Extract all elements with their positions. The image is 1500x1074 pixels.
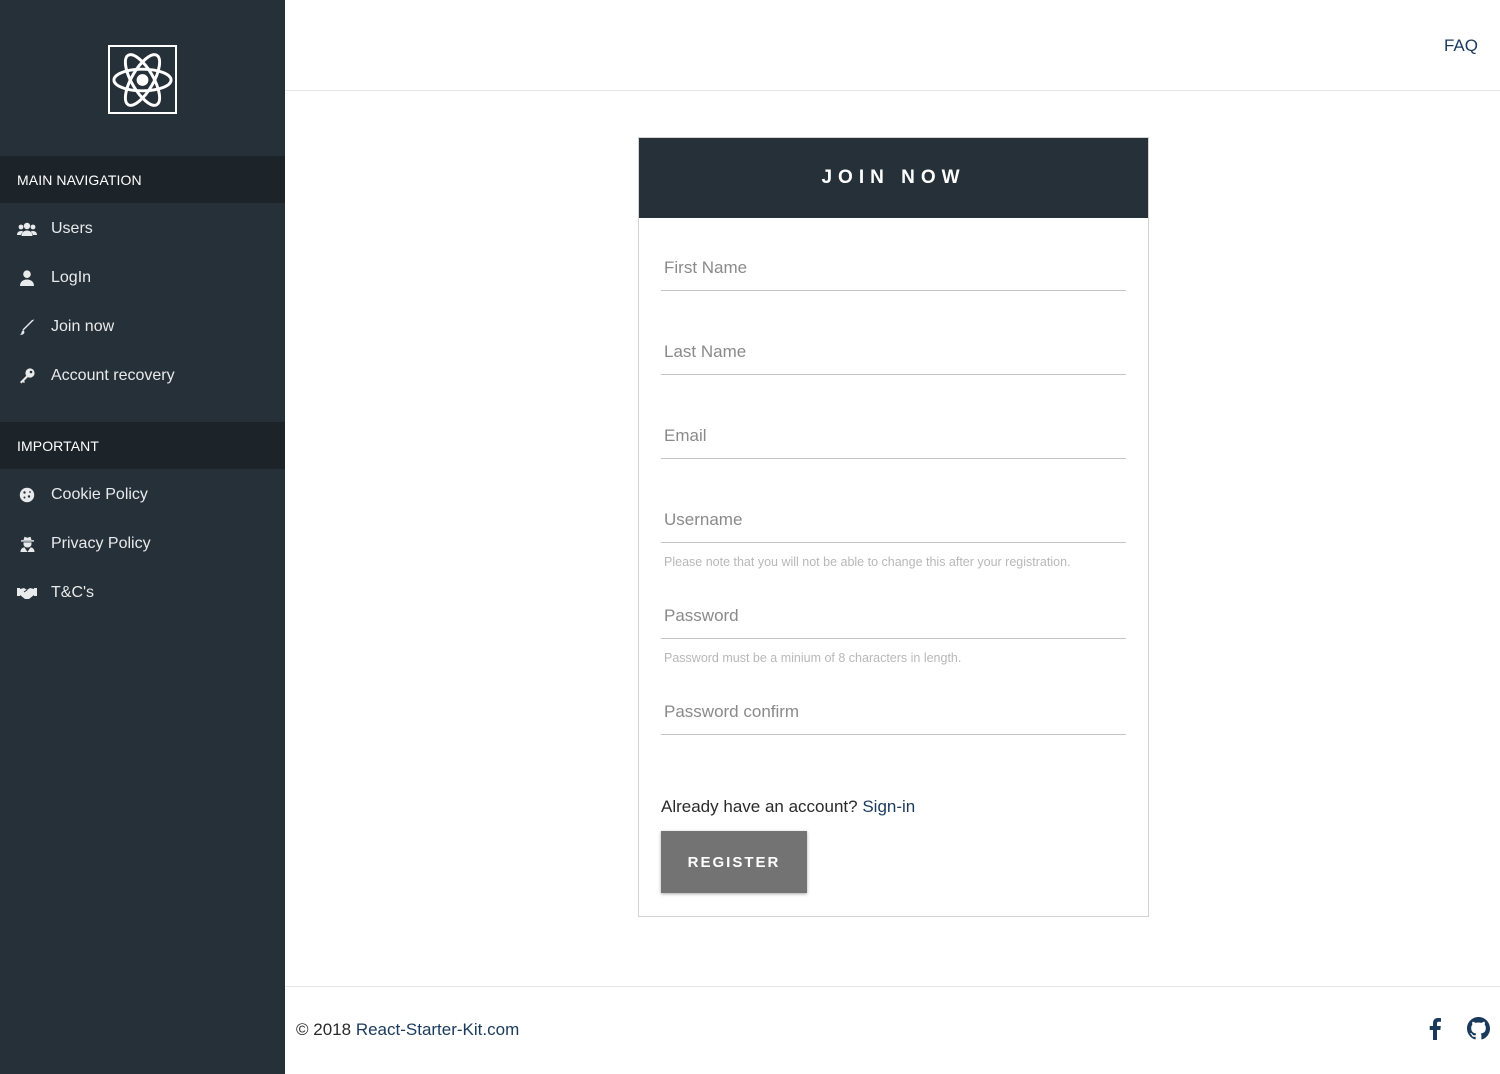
- key-icon: [17, 367, 37, 385]
- username-group: [661, 510, 1126, 543]
- registration-form: Please note that you will not be able to…: [639, 258, 1148, 893]
- sidebar-item-privacy-policy[interactable]: Privacy Policy: [0, 519, 285, 568]
- last-name-group: [661, 342, 1126, 375]
- last-name-field[interactable]: [661, 342, 1126, 375]
- password-confirm-group: [661, 702, 1126, 735]
- password-field[interactable]: [661, 606, 1126, 639]
- username-field[interactable]: [661, 510, 1126, 543]
- user-icon: [17, 269, 37, 287]
- github-icon[interactable]: [1467, 1017, 1490, 1040]
- nav-header-main: MAIN NAVIGATION: [0, 156, 285, 203]
- pencil-icon: [17, 318, 37, 336]
- sidebar-item-label: LogIn: [51, 268, 92, 286]
- email-group: [661, 426, 1126, 459]
- sidebar-item-account-recovery[interactable]: Account recovery: [0, 351, 285, 400]
- react-atom-icon[interactable]: [108, 45, 177, 114]
- footer: © 2018 React-Starter-Kit.com: [285, 986, 1500, 1074]
- join-form-card: JOIN NOW Please note that you will not b…: [638, 137, 1149, 917]
- top-bar: FAQ: [285, 0, 1500, 91]
- main-content: FAQ JOIN NOW Please note that you will n…: [285, 0, 1500, 1074]
- sidebar: MAIN NAVIGATION Users LogIn Join now Acc…: [0, 0, 285, 1074]
- sidebar-item-label: Privacy Policy: [51, 534, 151, 552]
- sidebar-item-label: Cookie Policy: [51, 485, 148, 503]
- faq-link[interactable]: FAQ: [1444, 36, 1478, 56]
- sidebar-item-cookie-policy[interactable]: Cookie Policy: [0, 470, 285, 519]
- first-name-group: [661, 258, 1126, 291]
- password-hint: Password must be a minium of 8 character…: [664, 651, 962, 665]
- signin-link[interactable]: Sign-in: [862, 797, 915, 816]
- username-hint: Please note that you will not be able to…: [664, 555, 1071, 569]
- sidebar-item-join-now[interactable]: Join now: [0, 302, 285, 351]
- form-title: JOIN NOW: [639, 138, 1148, 218]
- signin-prompt: Already have an account? Sign-in: [661, 797, 1126, 817]
- users-icon: [17, 220, 37, 238]
- main-nav-list: Users LogIn Join now Account recovery: [0, 203, 285, 400]
- sidebar-item-label: Account recovery: [51, 366, 175, 384]
- sidebar-item-terms[interactable]: T&C's: [0, 568, 285, 617]
- cookie-icon: [17, 486, 37, 504]
- first-name-field[interactable]: [661, 258, 1126, 291]
- nav-header-important: IMPORTANT: [0, 422, 285, 469]
- handshake-icon: [17, 584, 37, 602]
- logo-area: [0, 0, 285, 156]
- sidebar-item-users[interactable]: Users: [0, 204, 285, 253]
- register-button[interactable]: REGISTER: [661, 831, 807, 893]
- sidebar-item-label: Join now: [51, 317, 115, 335]
- copyright-text: © 2018: [296, 1020, 352, 1039]
- sidebar-item-label: Users: [51, 219, 93, 237]
- social-links: [1429, 1017, 1490, 1040]
- password-group: [661, 606, 1126, 639]
- facebook-icon[interactable]: [1429, 1017, 1441, 1040]
- sidebar-item-login[interactable]: LogIn: [0, 253, 285, 302]
- password-confirm-field[interactable]: [661, 702, 1126, 735]
- user-secret-icon: [17, 535, 37, 553]
- important-nav-list: Cookie Policy Privacy Policy T&C's: [0, 469, 285, 617]
- site-link[interactable]: React-Starter-Kit.com: [356, 1020, 519, 1039]
- copyright: © 2018 React-Starter-Kit.com: [296, 1020, 519, 1040]
- signin-prompt-text: Already have an account?: [661, 797, 858, 816]
- email-field[interactable]: [661, 426, 1126, 459]
- sidebar-item-label: T&C's: [51, 583, 95, 601]
